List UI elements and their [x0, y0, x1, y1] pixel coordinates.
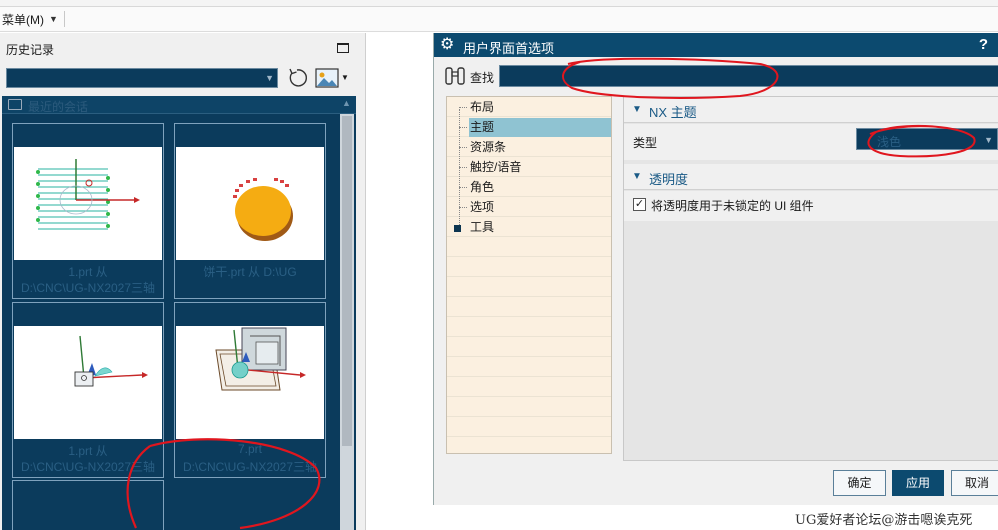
- tree-item-label: 主题: [470, 120, 495, 134]
- dialog-title: 用户界面首选项: [463, 41, 555, 56]
- scrollbar-thumb[interactable]: [342, 116, 352, 446]
- apply-button[interactable]: 应用: [892, 470, 944, 496]
- part-thumbnail: [176, 326, 324, 439]
- theme-type-value: 浅色: [877, 135, 902, 149]
- history-tile[interactable]: 1.prt 从 D:\CNC\UG-NX2027三轴: [12, 123, 164, 299]
- find-row: 查找: [434, 57, 998, 94]
- tree-item-label: 触控/语音: [470, 160, 522, 174]
- tree-item-theme[interactable]: 主题: [459, 118, 611, 137]
- settings-panel: ▼ NX 主题 类型 浅色 ▼ ▼ 透明度 ✓ 将透明度用于未锁定的 UI 组件: [623, 96, 998, 461]
- chevron-down-icon: ▼: [265, 73, 274, 83]
- history-panel: 历史记录 ▼ ▼ 最近的会话 ▲ 1.prt 从 D:\CNC\UG-NX202…: [0, 33, 366, 530]
- section-title: NX 主题: [649, 105, 697, 120]
- image-icon[interactable]: [315, 68, 339, 88]
- preferences-dialog: ⚙ 用户界面首选项 ? 查找 布局 主题 资源条 触控/语音 角色 选项 工具 …: [433, 33, 998, 505]
- history-title: 历史记录: [6, 43, 55, 57]
- history-tile-path: D:\CNC\UG-NX2027三轴: [20, 460, 156, 474]
- menu-label: 菜单(M): [2, 12, 44, 27]
- history-filter-dropdown[interactable]: ▼: [6, 68, 278, 88]
- nx-theme-section-header[interactable]: ▼ NX 主题: [624, 97, 998, 123]
- chevron-down-icon[interactable]: ▼: [341, 73, 349, 82]
- part-thumbnail: [14, 147, 162, 260]
- tree-item-touch-voice[interactable]: 触控/语音: [459, 158, 525, 177]
- section-title: 透明度: [649, 172, 689, 187]
- collapse-triangle-icon[interactable]: ▲: [342, 98, 351, 108]
- tree-item-resource-bar[interactable]: 资源条: [459, 138, 510, 157]
- history-tile[interactable]: 7.prt D:\CNC\UG-NX2027三轴: [174, 302, 326, 478]
- tree-item-label: 资源条: [470, 140, 507, 154]
- history-tile-path: D:\CNC\UG-NX2027三轴: [20, 281, 156, 295]
- tree-item-label: 选项: [470, 200, 495, 214]
- tree-item-tools[interactable]: 工具: [469, 218, 498, 237]
- tree-item-layout[interactable]: 布局: [459, 98, 498, 117]
- help-icon[interactable]: ?: [979, 36, 988, 53]
- collapse-triangle-icon: ▼: [632, 171, 642, 182]
- menu-separator: [63, 11, 65, 27]
- tree-item-label: 布局: [470, 100, 495, 114]
- part-thumbnail: [14, 326, 162, 439]
- menubar: 菜单(M) ▼: [0, 7, 998, 32]
- watermark: UG爱好者论坛@游击嗯诶克死: [795, 513, 973, 528]
- history-tile[interactable]: 饼干.prt 从 D:\UG: [174, 123, 326, 299]
- history-list: 最近的会话 ▲ 1.prt 从 D:\CNC\UG-NX2027三轴 饼干.pr…: [2, 96, 356, 530]
- history-group-header[interactable]: 最近的会话 ▲: [2, 96, 356, 114]
- chevron-down-icon: ▼: [984, 135, 993, 145]
- find-input[interactable]: [499, 65, 998, 87]
- refresh-icon[interactable]: [286, 67, 308, 89]
- history-tile-caption: 1.prt 从: [68, 444, 108, 458]
- history-tile[interactable]: 1.prt 从 D:\CNC\UG-NX2027三轴: [12, 302, 164, 478]
- category-tree: 布局 主题 资源条 触控/语音 角色 选项 工具: [446, 96, 612, 454]
- tree-expand-icon[interactable]: [454, 225, 461, 232]
- history-tile-caption: 7.prt: [237, 442, 262, 456]
- tree-item-roles[interactable]: 角色: [459, 178, 498, 197]
- binoculars-icon: [445, 67, 465, 85]
- history-group-label: 最近的会话: [28, 100, 89, 114]
- part-thumbnail: [176, 147, 324, 260]
- chevron-down-icon: ▼: [49, 14, 58, 24]
- transparency-checkbox[interactable]: ✓: [633, 198, 646, 211]
- maximize-icon[interactable]: [337, 43, 349, 53]
- transparency-checkbox-label: 将透明度用于未锁定的 UI 组件: [651, 199, 814, 213]
- history-tile[interactable]: [12, 480, 164, 530]
- cancel-button[interactable]: 取消: [951, 470, 998, 496]
- gear-icon: ⚙: [440, 36, 455, 53]
- tree-item-label: 角色: [470, 180, 495, 194]
- find-label: 查找: [470, 71, 495, 85]
- ok-button[interactable]: 确定: [833, 470, 886, 496]
- folder-icon: [8, 99, 22, 110]
- window-top-strip: [0, 0, 998, 7]
- theme-type-dropdown[interactable]: 浅色 ▼: [856, 128, 998, 150]
- history-tile-caption: 1.prt 从: [68, 265, 108, 279]
- collapse-triangle-icon: ▼: [632, 104, 642, 115]
- type-label: 类型: [633, 136, 658, 150]
- dialog-titlebar: ⚙ 用户界面首选项 ?: [434, 33, 998, 57]
- history-scrollbar[interactable]: [340, 114, 354, 530]
- transparency-section-header[interactable]: ▼ 透明度: [624, 164, 998, 190]
- history-tile-path: D:\CNC\UG-NX2027三轴: [182, 460, 318, 474]
- tree-item-options[interactable]: 选项: [459, 198, 498, 217]
- menu-button[interactable]: 菜单(M) ▼: [0, 11, 58, 28]
- history-tile-caption: 饼干.prt 从 D:\UG: [203, 265, 297, 279]
- tree-item-label: 工具: [470, 220, 495, 234]
